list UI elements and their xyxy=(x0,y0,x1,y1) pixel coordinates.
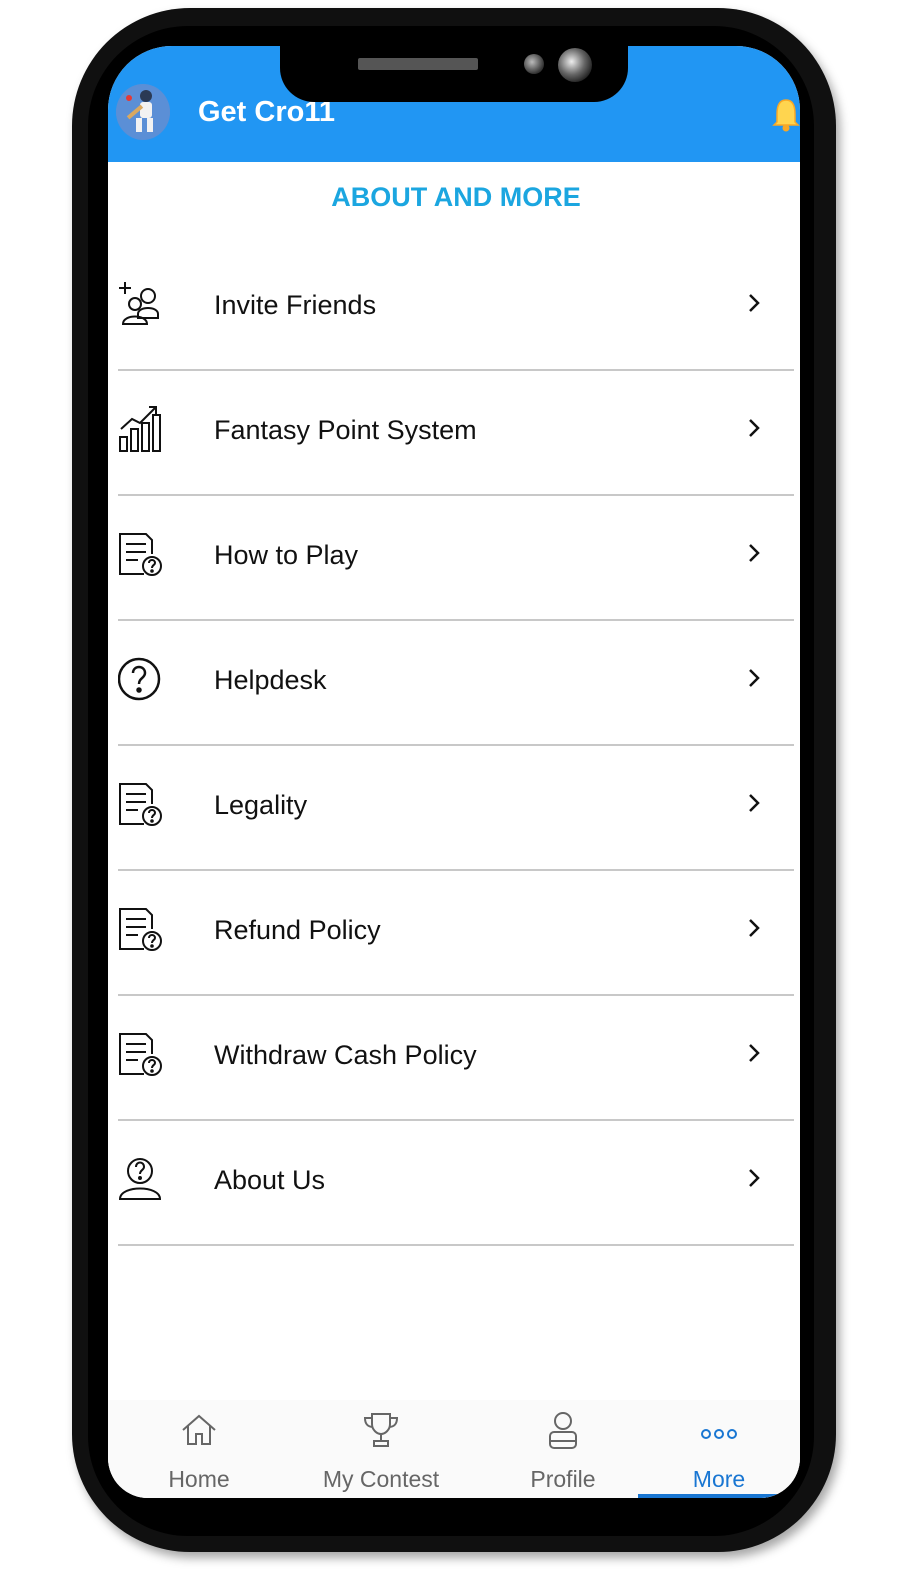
home-icon xyxy=(179,1410,219,1450)
phone-speaker xyxy=(358,58,478,70)
menu-item-label: Refund Policy xyxy=(214,915,381,945)
app-screen: Get Cro11 ABOUT AND MORE Invite Friends xyxy=(108,46,800,1498)
menu-item-refund-policy[interactable]: Refund Policy xyxy=(118,871,794,996)
menu-item-helpdesk[interactable]: Helpdesk xyxy=(117,621,794,746)
question-circle-icon xyxy=(117,655,164,703)
chevron-right-icon xyxy=(744,1038,764,1068)
trophy-icon xyxy=(361,1410,401,1450)
menu-item-withdraw-cash-policy[interactable]: Withdraw Cash Policy xyxy=(118,996,794,1121)
nav-label: More xyxy=(692,1466,746,1492)
chevron-right-icon xyxy=(744,913,764,943)
nav-my-contest[interactable]: My Contest xyxy=(290,1400,472,1498)
menu-list: Invite Friends Fantasy Point System How … xyxy=(117,246,794,1246)
menu-item-label: About Us xyxy=(214,1165,326,1195)
person-question-icon xyxy=(118,1155,164,1203)
section-title: ABOUT AND MORE xyxy=(331,182,581,212)
document-question-icon xyxy=(118,530,164,578)
menu-item-how-to-play[interactable]: How to Play xyxy=(118,496,794,621)
phone-camera xyxy=(558,48,592,82)
menu-item-label: Invite Friends xyxy=(214,290,377,320)
menu-item-about-us[interactable]: About Us xyxy=(118,1121,794,1246)
chevron-right-icon xyxy=(744,413,764,443)
nav-label: My Contest xyxy=(322,1466,440,1492)
menu-item-label: Withdraw Cash Policy xyxy=(214,1040,477,1070)
bell-icon[interactable] xyxy=(772,94,800,134)
nav-home[interactable]: Home xyxy=(108,1400,290,1498)
nav-label: Profile xyxy=(530,1466,596,1492)
chevron-right-icon xyxy=(744,288,764,318)
menu-item-fantasy-point-system[interactable]: Fantasy Point System xyxy=(118,371,794,496)
chevron-right-icon xyxy=(744,663,764,693)
chevron-right-icon xyxy=(744,1163,764,1193)
cricketer-avatar-icon[interactable] xyxy=(116,84,170,140)
chevron-right-icon xyxy=(744,788,764,818)
document-question-icon xyxy=(118,780,164,828)
bottom-navigation: Home My Contest Profile More xyxy=(108,1400,800,1498)
menu-item-label: Fantasy Point System xyxy=(214,415,477,445)
document-question-icon xyxy=(118,905,164,953)
invite-friends-icon xyxy=(118,280,164,328)
profile-icon xyxy=(543,1410,583,1450)
menu-item-invite-friends[interactable]: Invite Friends xyxy=(118,246,794,371)
menu-item-legality[interactable]: Legality xyxy=(118,746,794,871)
menu-item-label: Helpdesk xyxy=(214,665,327,695)
menu-item-label: How to Play xyxy=(214,540,359,570)
menu-item-label: Legality xyxy=(214,790,308,820)
more-dots-icon xyxy=(699,1410,739,1450)
document-question-icon xyxy=(118,1030,164,1078)
nav-more[interactable]: More xyxy=(628,1400,800,1498)
nav-label: Home xyxy=(168,1466,230,1492)
nav-profile[interactable]: Profile xyxy=(472,1400,654,1498)
phone-sensor xyxy=(524,54,544,74)
active-tab-indicator xyxy=(638,1494,790,1498)
growth-chart-icon xyxy=(118,405,164,453)
chevron-right-icon xyxy=(744,538,764,568)
